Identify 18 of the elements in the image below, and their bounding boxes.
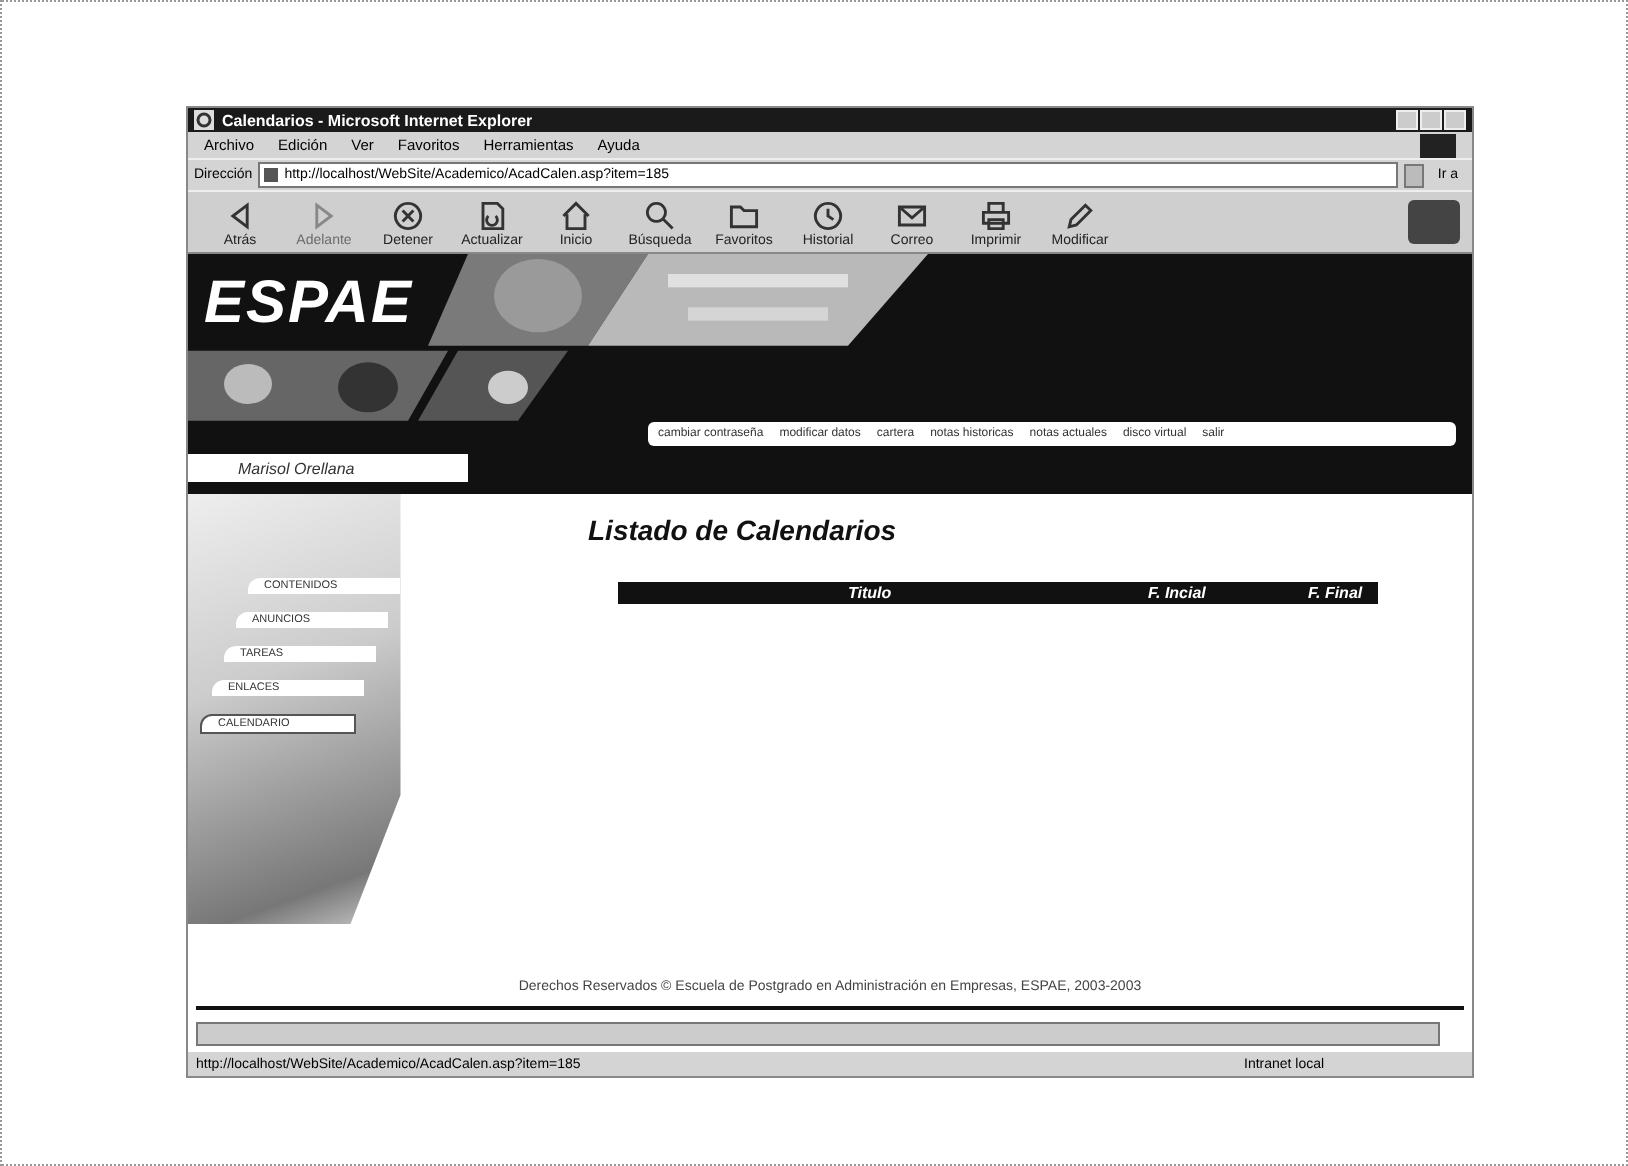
home-icon [558, 197, 594, 233]
column-header: Titulo [848, 584, 894, 602]
window-title: Calendarios - Microsoft Internet Explorer [222, 111, 535, 129]
printer-icon [978, 197, 1014, 233]
pencil-icon [1062, 197, 1098, 233]
horizontal-scrollbar[interactable] [196, 1022, 1440, 1046]
dropdown-button[interactable] [1403, 163, 1424, 187]
maximize-button[interactable] [1420, 110, 1442, 130]
column-header: F. Incial [1148, 584, 1208, 602]
site-logo: ESPAE [204, 270, 413, 338]
search-icon [642, 197, 678, 233]
stop-icon [390, 197, 426, 233]
close-button[interactable] [1444, 110, 1466, 130]
clock-icon [810, 197, 846, 233]
minimize-button[interactable] [1396, 110, 1418, 130]
column-header: F. Final [1308, 584, 1363, 602]
page-heading: Listado de Calendarios [588, 514, 899, 546]
user-name: Marisol Orellana [188, 454, 468, 486]
